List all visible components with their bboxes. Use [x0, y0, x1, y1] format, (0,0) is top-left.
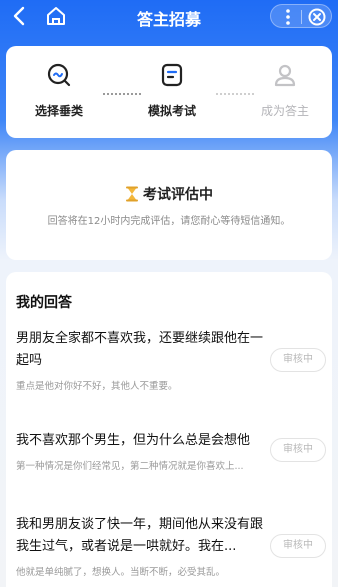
answer-list-item[interactable]: 男朋友全家都不喜欢我，还要继续跟他在一起吗 重点是他对你好不好，其他人不重要。 …	[16, 328, 328, 392]
answer-question: 男朋友全家都不喜欢我，还要继续跟他在一起吗	[16, 331, 264, 368]
answer-list-item[interactable]: 我和男朋友谈了快一年，期间他从来没有跟我生过气，或者说是一哄就好。我在... 他…	[16, 514, 328, 578]
close-circle-icon[interactable]	[307, 7, 327, 27]
status-heading: 考试评估中	[6, 184, 332, 204]
step-choose-category: 选择垂类	[14, 62, 104, 119]
step-become-answerer: 成为答主	[240, 62, 330, 119]
answer-excerpt: 重点是他对你好不好，其他人不重要。	[16, 381, 178, 392]
step-mock-exam: 模拟考试	[127, 62, 217, 119]
hourglass-icon	[125, 186, 139, 202]
answer-excerpt: 他就是单纯腻了，想换人。当断不断，必受其乱。	[16, 567, 226, 578]
step-label: 成为答主	[260, 104, 309, 118]
user-profile-icon	[272, 62, 298, 88]
status-description: 回答将在12小时内完成评估，请您耐心等待短信通知。	[47, 216, 291, 227]
progress-steps-card: 选择垂类 模拟考试 成为答主	[6, 46, 332, 138]
more-vertical-icon[interactable]	[279, 7, 297, 27]
answer-excerpt: 第一种情况是你们经常见，第二种情况就是你喜欢上...	[16, 461, 244, 472]
status-badge: 审核中	[270, 534, 326, 558]
status-title: 考试评估中	[143, 187, 213, 203]
search-chat-icon	[46, 62, 72, 88]
answer-list-item[interactable]: 我不喜欢那个男生，但为什么总是会想他 第一种情况是你们经常见，第二种情况就是你喜…	[16, 430, 328, 472]
mini-program-capsule	[270, 4, 332, 28]
evaluation-status-card: 考试评估中 回答将在12小时内完成评估，请您耐心等待短信通知。	[6, 150, 332, 260]
step-label: 选择垂类	[34, 104, 83, 118]
status-badge: 审核中	[270, 438, 326, 462]
answer-question: 我和男朋友谈了快一年，期间他从来没有跟我生过气，或者说是一哄就好。我在...	[16, 517, 264, 554]
my-answers-card: 我的回答 男朋友全家都不喜欢我，还要继续跟他在一起吗 重点是他对你好不好，其他人…	[6, 272, 332, 587]
navigation-bar: 答主招募	[0, 0, 338, 34]
capsule-divider	[301, 10, 302, 24]
status-badge: 审核中	[270, 348, 326, 372]
section-title: 我的回答	[16, 295, 72, 311]
step-label: 模拟考试	[147, 104, 196, 118]
exam-document-icon	[159, 62, 185, 88]
answer-question: 我不喜欢那个男生，但为什么总是会想他	[16, 433, 251, 448]
